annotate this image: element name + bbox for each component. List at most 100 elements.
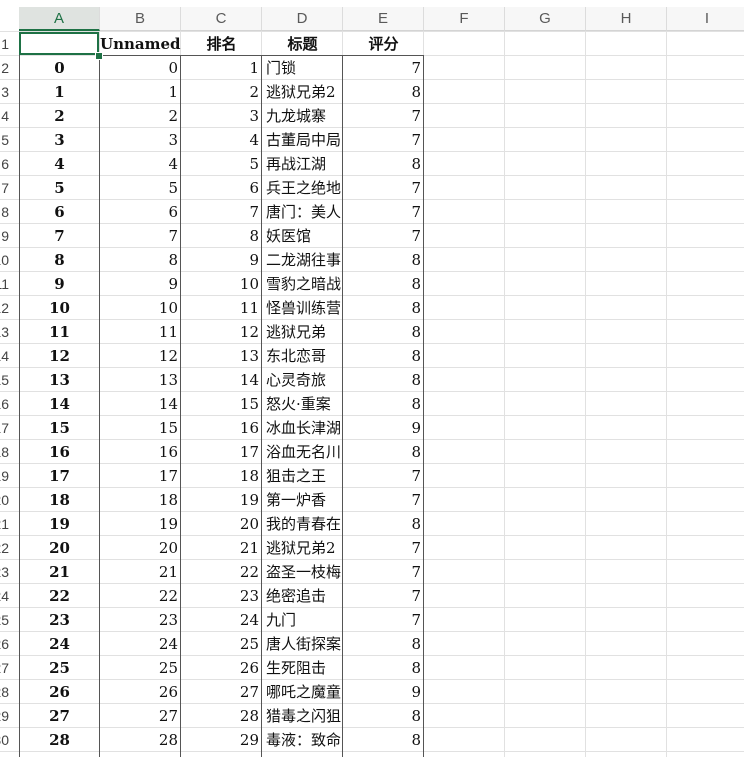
score-cell[interactable]: 8 (343, 320, 424, 344)
score-cell[interactable]: 8 (343, 344, 424, 368)
column-header-h[interactable]: H (586, 7, 667, 31)
title-cell[interactable]: 心灵奇旅 (262, 368, 343, 392)
unnamed-cell[interactable]: 12 (100, 344, 181, 368)
score-cell[interactable]: 7 (343, 560, 424, 584)
rank-cell[interactable]: 27 (181, 680, 262, 704)
index-cell[interactable]: 20 (19, 536, 100, 560)
row-number[interactable]: 27 (0, 660, 9, 676)
score-cell[interactable]: 8 (343, 704, 424, 728)
title-cell[interactable]: 盗圣一枝梅 (262, 560, 343, 584)
row-number[interactable]: 2 (0, 60, 9, 76)
rank-cell[interactable]: 17 (181, 440, 262, 464)
title-cell[interactable]: 兵王之绝地 (262, 176, 343, 200)
column-header-e[interactable]: E (343, 7, 424, 31)
row-number[interactable]: 10 (0, 252, 9, 268)
title-cell[interactable]: 我的青春在 (262, 512, 343, 536)
unnamed-cell[interactable]: 16 (100, 440, 181, 464)
title-cell[interactable]: 绝密追击 (262, 584, 343, 608)
title-cell[interactable]: 九门 (262, 608, 343, 632)
unnamed-cell[interactable]: 22 (100, 584, 181, 608)
row-number[interactable]: 25 (0, 612, 9, 628)
score-cell[interactable]: 8 (343, 656, 424, 680)
score-cell[interactable]: 8 (343, 392, 424, 416)
rank-cell[interactable]: 15 (181, 392, 262, 416)
score-cell[interactable]: 7 (343, 608, 424, 632)
unnamed-cell[interactable]: 5 (100, 176, 181, 200)
rank-cell[interactable]: 23 (181, 584, 262, 608)
row-number[interactable]: 24 (0, 588, 9, 604)
row-number[interactable]: 4 (0, 108, 9, 124)
column-header-c[interactable]: C (181, 7, 262, 31)
title-cell[interactable]: 唐门：美人 (262, 200, 343, 224)
title-cell[interactable]: 妖医馆 (262, 224, 343, 248)
index-cell[interactable]: 24 (19, 632, 100, 656)
score-cell[interactable]: 7 (343, 104, 424, 128)
score-cell[interactable]: 8 (343, 296, 424, 320)
row-number[interactable]: 28 (0, 684, 9, 700)
score-cell[interactable]: 8 (343, 728, 424, 752)
index-cell[interactable]: 11 (19, 320, 100, 344)
row-number[interactable]: 1 (0, 36, 9, 52)
title-cell[interactable]: 门锁 (262, 56, 343, 80)
unnamed-cell[interactable]: 17 (100, 464, 181, 488)
rank-cell[interactable]: 1 (181, 56, 262, 80)
score-cell[interactable]: 9 (343, 416, 424, 440)
row-number[interactable]: 12 (0, 300, 9, 316)
index-cell[interactable]: 8 (19, 248, 100, 272)
unnamed-cell[interactable]: 4 (100, 152, 181, 176)
index-cell[interactable]: 3 (19, 128, 100, 152)
title-cell[interactable]: 古董局中局 (262, 128, 343, 152)
title-cell[interactable]: 毒液：致命 (262, 728, 343, 752)
index-cell[interactable]: 17 (19, 464, 100, 488)
unnamed-cell[interactable]: 6 (100, 200, 181, 224)
index-cell[interactable]: 15 (19, 416, 100, 440)
unnamed-cell[interactable]: 11 (100, 320, 181, 344)
unnamed-cell[interactable]: 9 (100, 272, 181, 296)
index-cell[interactable]: 10 (19, 296, 100, 320)
title-cell[interactable]: 逃狱兄弟2 (262, 80, 343, 104)
rank-cell[interactable]: 25 (181, 632, 262, 656)
header-cell-unnamed[interactable]: Unnamed: (100, 32, 181, 56)
rank-cell[interactable]: 8 (181, 224, 262, 248)
column-header-d[interactable]: D (262, 7, 343, 31)
rank-cell[interactable]: 18 (181, 464, 262, 488)
score-cell[interactable]: 8 (343, 80, 424, 104)
index-cell[interactable]: 2 (19, 104, 100, 128)
rank-cell[interactable]: 9 (181, 248, 262, 272)
row-number[interactable]: 22 (0, 540, 9, 556)
score-cell[interactable]: 7 (343, 224, 424, 248)
unnamed-cell[interactable]: 23 (100, 608, 181, 632)
unnamed-cell[interactable]: 3 (100, 128, 181, 152)
index-cell[interactable]: 28 (19, 728, 100, 752)
title-cell[interactable]: 唐人街探案 (262, 632, 343, 656)
index-cell[interactable]: 26 (19, 680, 100, 704)
score-cell[interactable]: 7 (343, 200, 424, 224)
score-cell[interactable]: 7 (343, 488, 424, 512)
header-cell-rank[interactable]: 排名 (181, 32, 262, 56)
rank-cell[interactable]: 13 (181, 344, 262, 368)
unnamed-cell[interactable]: 0 (100, 56, 181, 80)
score-cell[interactable]: 8 (343, 632, 424, 656)
title-cell[interactable]: 逃狱兄弟 (262, 320, 343, 344)
index-cell[interactable]: 23 (19, 608, 100, 632)
index-cell[interactable]: 13 (19, 368, 100, 392)
rank-cell[interactable]: 14 (181, 368, 262, 392)
unnamed-cell[interactable]: 18 (100, 488, 181, 512)
title-cell[interactable]: 雪豹之暗战 (262, 272, 343, 296)
index-cell[interactable]: 4 (19, 152, 100, 176)
row-number[interactable]: 16 (0, 396, 9, 412)
column-header-f[interactable]: F (424, 7, 505, 31)
score-cell[interactable]: 9 (343, 680, 424, 704)
row-number[interactable]: 20 (0, 492, 9, 508)
row-number[interactable]: 23 (0, 564, 9, 580)
rank-cell[interactable]: 7 (181, 200, 262, 224)
index-cell[interactable]: 18 (19, 488, 100, 512)
score-cell[interactable]: 7 (343, 56, 424, 80)
row-number[interactable]: 15 (0, 372, 9, 388)
row-number[interactable]: 30 (0, 732, 9, 748)
row-number[interactable]: 6 (0, 156, 9, 172)
index-cell[interactable]: 6 (19, 200, 100, 224)
title-cell[interactable]: 九龙城寨 (262, 104, 343, 128)
title-cell[interactable]: 浴血无名川 (262, 440, 343, 464)
rank-cell[interactable]: 21 (181, 536, 262, 560)
